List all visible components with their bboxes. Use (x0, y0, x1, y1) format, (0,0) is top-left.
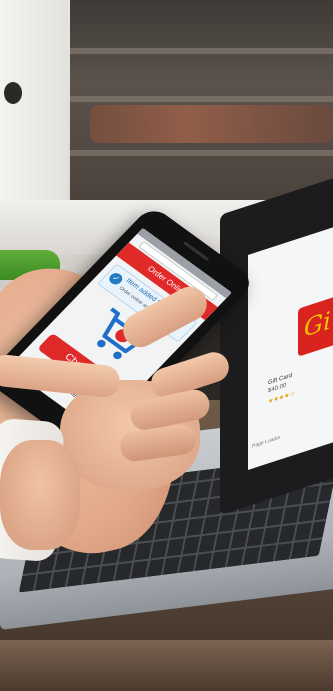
background-binder (0, 0, 68, 230)
laptop-screen: Gi Gift Card $40.00 ★★★★☆ Page Loader (248, 222, 333, 470)
shelf-object (90, 105, 333, 143)
laptop-banner-text: Gi (304, 306, 331, 343)
laptop-product-banner: Gi (298, 289, 333, 357)
photo-scene: Gi Gift Card $40.00 ★★★★☆ Page Loader Or… (0, 0, 333, 691)
checkmark-icon: ✓ (106, 270, 125, 287)
shelf-divider (70, 48, 333, 54)
laptop-footer-text: Page Loader (252, 434, 281, 450)
background-shelf (70, 0, 333, 205)
desk-edge (0, 640, 333, 691)
shelf-divider (70, 150, 333, 156)
left-hand-fingers (0, 440, 80, 550)
phone-speaker (182, 241, 210, 262)
binder-hole (4, 82, 22, 104)
shelf-divider (70, 96, 333, 102)
